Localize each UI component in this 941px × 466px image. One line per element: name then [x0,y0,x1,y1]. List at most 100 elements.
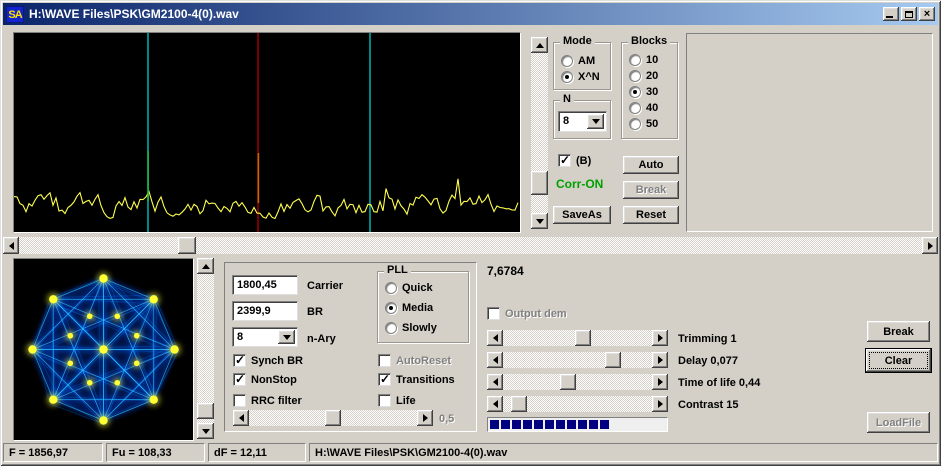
transitions-checkbox[interactable]: Transitions [378,372,455,386]
carrier-input[interactable]: 1800,45 [232,275,298,295]
slider-left-button[interactable] [487,330,503,346]
slider-track[interactable] [503,330,652,346]
checkbox-label: RRC filter [251,394,302,407]
radio-label: AM [578,55,596,67]
scroll-thumb[interactable] [531,171,548,196]
saveas-button[interactable]: SaveAs [553,206,611,224]
slider-right-button[interactable] [652,374,668,390]
slider-left-button[interactable] [487,396,503,412]
demodulator-panel: 1800,45 Carrier 2399,9 BR 8 n-Ary Synch … [224,262,477,432]
br-input[interactable]: 2399,9 [232,301,298,321]
scroll-thumb[interactable] [178,237,197,254]
radio-icon [561,55,573,67]
nonstop-checkbox[interactable]: NonStop [233,372,297,386]
combo-dropdown-button[interactable] [587,114,604,129]
slider-left-button[interactable] [487,352,503,368]
outputdem-checkbox[interactable]: Output dem [487,307,567,320]
slider-thumb[interactable] [605,352,622,368]
scroll-down-button[interactable] [197,423,214,439]
scroll-up-button[interactable] [531,37,548,53]
b-checkbox[interactable]: (B) [558,153,591,167]
slider-right-button[interactable] [652,330,668,346]
scroll-down-button[interactable] [531,213,548,229]
progress-block [501,420,510,429]
close-button[interactable]: × [919,7,935,21]
auto-button[interactable]: Auto [623,156,679,174]
life-checkbox[interactable]: Life [378,394,416,407]
checkbox-icon [378,372,391,386]
chevron-down-icon [591,119,600,124]
slider-right-button[interactable] [652,352,668,368]
break-button-top[interactable]: Break [623,181,679,199]
slider-track[interactable] [249,410,417,426]
scroll-right-button[interactable] [922,237,938,254]
slider-track[interactable] [503,374,652,390]
title-bar[interactable]: SA H:\WAVE Files\PSK\GM2100-4(0).wav × [3,3,938,25]
scroll-track[interactable] [197,274,214,423]
loadfile-button[interactable]: LoadFile [867,412,930,433]
rrcfilter-checkbox[interactable]: RRC filter [233,394,302,407]
radio-pll-slowly[interactable]: Slowly [385,322,437,334]
scroll-up-button[interactable] [197,258,214,274]
checkbox-icon [233,372,246,386]
radio-blocks-40[interactable]: 40 [629,102,658,114]
slider-thumb[interactable] [574,330,591,346]
shape-slider[interactable] [233,410,433,426]
arrow-left-icon [492,356,498,364]
slider-track[interactable] [503,352,652,368]
maximize-button[interactable] [901,7,917,21]
decode-progressbar [487,417,668,432]
slider-left-button[interactable] [487,374,503,390]
delay-slider[interactable] [487,352,668,368]
nary-label: n-Ary [307,333,336,345]
slider-track[interactable] [503,396,652,412]
combo-dropdown-button[interactable] [278,330,295,344]
nary-combobox[interactable]: 8 [232,327,298,347]
constellation-vertical-scrollbar[interactable] [197,258,214,439]
timeoflife-slider[interactable] [487,374,668,390]
synchbr-checkbox[interactable]: Synch BR [233,353,303,367]
scroll-thumb[interactable] [197,403,214,419]
arrow-right-icon [657,378,663,386]
radio-blocks-50[interactable]: 50 [629,118,658,130]
radio-blocks-20[interactable]: 20 [629,70,658,82]
main-horizontal-scrollbar[interactable] [3,237,938,254]
close-icon: × [923,8,931,20]
reset-button[interactable]: Reset [623,206,679,224]
radio-pll-quick[interactable]: Quick [385,282,433,294]
autoreset-checkbox[interactable]: AutoReset [378,354,451,367]
scroll-track[interactable] [531,53,548,213]
freq-readout: 7,6784 [487,264,524,278]
arrow-right-icon [422,414,428,422]
radio-pll-media[interactable]: Media [385,302,433,314]
slider-thumb[interactable] [560,374,577,390]
radio-icon [561,71,573,83]
contrast-slider[interactable] [487,396,668,412]
progress-block [567,420,576,429]
minimize-button[interactable] [883,7,899,21]
trimming-slider[interactable] [487,330,668,346]
radio-label: Media [402,302,434,314]
break-button[interactable]: Break [867,321,930,342]
slider-right-button[interactable] [417,410,433,426]
spectrum-vertical-scrollbar[interactable] [531,37,548,229]
scroll-left-button[interactable] [3,237,19,254]
radio-label: 20 [646,70,659,82]
scroll-track[interactable] [19,237,922,254]
slider-left-button[interactable] [233,410,249,426]
radio-blocks-10[interactable]: 10 [629,54,658,66]
radio-blocks-30[interactable]: 30 [629,86,658,98]
radio-icon [385,282,397,294]
radio-mode-xn[interactable]: X^N [561,71,600,83]
result-panel [686,33,933,232]
n-combobox[interactable]: 8 [558,111,607,132]
progress-block [534,420,543,429]
slider-thumb[interactable] [325,410,341,426]
slider-right-button[interactable] [652,396,668,412]
radio-mode-am[interactable]: AM [561,55,595,67]
pll-groupbox: PLL Quick Media Slowly [377,264,469,343]
slider-thumb[interactable] [510,396,527,412]
checkbox-icon [558,153,571,167]
checkbox-label: Life [396,394,416,407]
clear-button[interactable]: Clear [865,348,932,373]
